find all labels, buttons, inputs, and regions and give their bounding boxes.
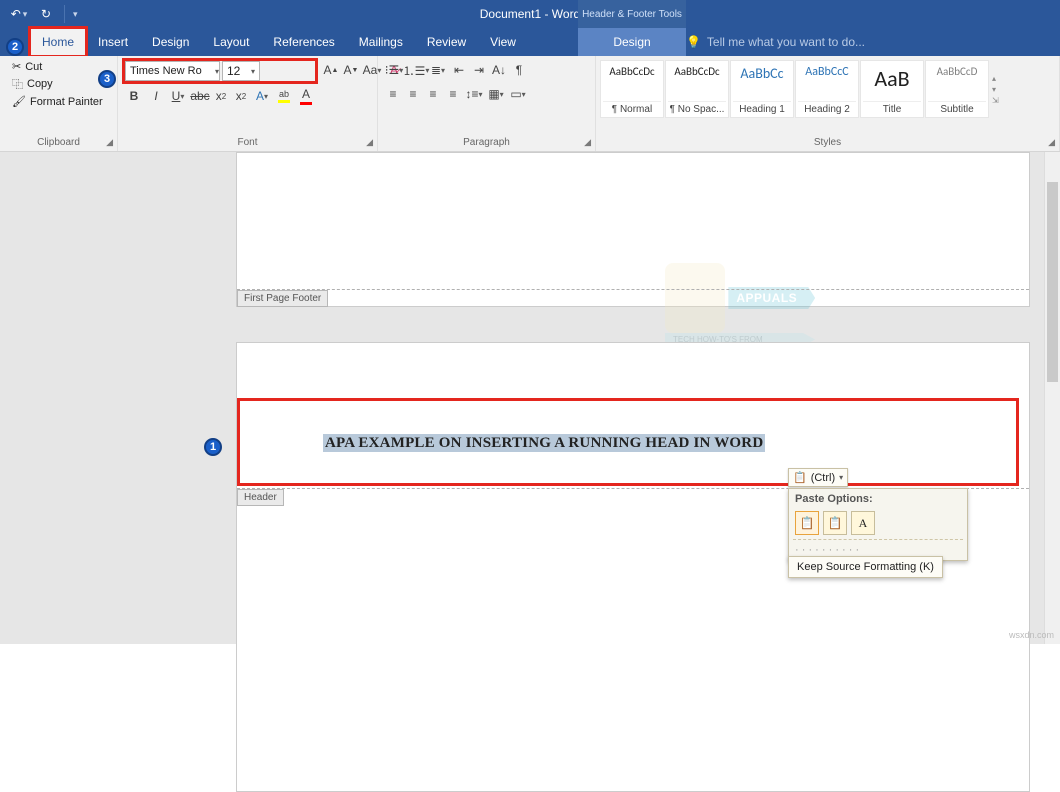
tell-me-placeholder: Tell me what you want to do...: [707, 35, 865, 49]
chevron-down-icon: ▾: [839, 473, 843, 482]
chevron-down-icon: ▾: [251, 67, 255, 76]
paragraph-launcher-icon[interactable]: ◢: [584, 137, 591, 148]
tab-layout[interactable]: Layout: [201, 28, 261, 56]
paste-options-menu: Paste Options: 📋 📋 A · · · · · · · · · ·: [788, 488, 968, 561]
strikethrough-button[interactable]: abc: [190, 86, 210, 106]
show-marks-button[interactable]: ¶: [510, 60, 528, 80]
scrollbar-thumb[interactable]: [1047, 182, 1058, 382]
paste-keep-source-icon[interactable]: 📋: [795, 511, 819, 535]
group-clipboard: ✂Cut ⿻Copy 🖌Format Painter Clipboard ◢: [0, 56, 118, 151]
format-painter-button[interactable]: 🖌Format Painter: [12, 95, 103, 108]
align-center-button[interactable]: ≡: [404, 84, 422, 104]
tab-home[interactable]: Home: [30, 28, 86, 56]
group-font: Times New Ro ▾ 12 ▾ B I U▾ abc x2 x2 A▾: [118, 56, 378, 151]
style-item-5[interactable]: AaBbCcDSubtitle: [925, 60, 989, 118]
text-effects-button[interactable]: A▾: [252, 86, 272, 106]
styles-more-button[interactable]: ▴▾⇲: [990, 60, 1004, 118]
ribbon-tabs: Home Insert Design Layout References Mai…: [0, 28, 1060, 56]
customize-qat-icon[interactable]: ▾: [71, 9, 80, 20]
paste-options-button[interactable]: 📋 (Ctrl) ▾: [788, 468, 848, 487]
shrink-font-button[interactable]: A▼: [342, 60, 360, 80]
borders-button[interactable]: ▭▾: [508, 84, 528, 104]
group-font-label: Font: [237, 137, 257, 148]
ribbon: ✂Cut ⿻Copy 🖌Format Painter Clipboard ◢ Ti…: [0, 56, 1060, 152]
sort-button[interactable]: A↓: [490, 60, 508, 80]
paste-options-header: Paste Options:: [789, 489, 967, 509]
annotation-badge-3: 3: [98, 70, 116, 88]
paintbrush-icon: 🖌: [12, 95, 26, 108]
font-launcher-icon[interactable]: ◢: [366, 137, 373, 148]
tab-review[interactable]: Review: [415, 28, 478, 56]
bullets-button[interactable]: ⁝☰▾: [384, 60, 404, 80]
cut-button[interactable]: ✂Cut: [12, 60, 103, 73]
increase-indent-button[interactable]: ⇥: [470, 60, 488, 80]
bold-button[interactable]: B: [124, 86, 144, 106]
superscript-button[interactable]: x2: [232, 86, 250, 106]
title-bar: ↶▾ ↻ ▾ Document1 - Word Header & Footer …: [0, 0, 1060, 28]
shading-button[interactable]: ▦▾: [486, 84, 506, 104]
group-styles-label: Styles: [814, 137, 841, 148]
clipboard-icon: 📋: [793, 471, 807, 484]
font-color-button[interactable]: A: [296, 86, 316, 106]
annotation-badge-1: 1: [204, 438, 222, 456]
redo-button[interactable]: ↻: [34, 3, 58, 25]
style-item-1[interactable]: AaBbCcDc¶ No Spac...: [665, 60, 729, 118]
paste-merge-icon[interactable]: 📋: [823, 511, 847, 535]
group-paragraph: ⁝☰▾ ⒈☰▾ ≣▾ ⇤ ⇥ A↓ ¶ ≡ ≡ ≡ ≡ ↕≡▾ ▦▾ ▭▾: [378, 56, 596, 151]
grow-font-button[interactable]: A▲: [322, 60, 340, 80]
lightbulb-icon: 💡: [686, 35, 701, 49]
style-item-0[interactable]: AaBbCcDc¶ Normal: [600, 60, 664, 118]
annotation-badge-2: 2: [6, 38, 24, 56]
footer-boundary: [237, 289, 1029, 290]
tab-insert[interactable]: Insert: [86, 28, 140, 56]
underline-button[interactable]: U▾: [168, 86, 188, 106]
chevron-down-icon: ▾: [215, 67, 219, 76]
context-tab-design[interactable]: Design: [578, 28, 686, 56]
italic-button[interactable]: I: [146, 86, 166, 106]
document-title: Document1 - Word: [0, 7, 1060, 21]
tab-design[interactable]: Design: [140, 28, 201, 56]
styles-launcher-icon[interactable]: ◢: [1048, 137, 1055, 148]
clipboard-launcher-icon[interactable]: ◢: [106, 137, 113, 148]
tab-view[interactable]: View: [478, 28, 528, 56]
scissors-icon: ✂: [12, 60, 21, 73]
group-clipboard-label: Clipboard: [37, 137, 80, 148]
style-item-2[interactable]: AaBbCcHeading 1: [730, 60, 794, 118]
style-item-3[interactable]: AaBbCcCHeading 2: [795, 60, 859, 118]
paste-tooltip: Keep Source Formatting (K): [788, 556, 943, 578]
running-head-text[interactable]: APA EXAMPLE ON INSERTING A RUNNING HEAD …: [323, 434, 765, 452]
style-item-4[interactable]: AaBTitle: [860, 60, 924, 118]
tab-references[interactable]: References: [261, 28, 346, 56]
justify-button[interactable]: ≡: [444, 84, 462, 104]
context-tool-label: Header & Footer Tools: [578, 0, 686, 28]
tell-me-search[interactable]: 💡 Tell me what you want to do...: [674, 28, 1060, 56]
subscript-button[interactable]: x2: [212, 86, 230, 106]
align-left-button[interactable]: ≡: [384, 84, 402, 104]
tab-mailings[interactable]: Mailings: [347, 28, 415, 56]
source-credit: wsxdn.com: [1009, 630, 1054, 640]
copy-icon: ⿻: [12, 76, 23, 92]
copy-button[interactable]: ⿻Copy: [12, 76, 103, 92]
header-area[interactable]: APA EXAMPLE ON INSERTING A RUNNING HEAD …: [323, 435, 765, 452]
separator: [64, 5, 65, 23]
numbering-button[interactable]: ⒈☰▾: [406, 60, 426, 80]
header-label-tag: Header: [237, 489, 284, 506]
font-name-dropdown[interactable]: Times New Ro ▾: [125, 61, 220, 81]
vertical-scrollbar[interactable]: [1044, 152, 1060, 644]
multilevel-button[interactable]: ≣▾: [428, 60, 448, 80]
font-size-dropdown[interactable]: 12 ▾: [222, 61, 260, 81]
footer-label-tag: First Page Footer: [237, 290, 328, 307]
paste-text-only-icon[interactable]: A: [851, 511, 875, 535]
page-1: APPUALS TECH HOW-TO'S FROM THE EXPERTS! …: [236, 152, 1030, 307]
decrease-indent-button[interactable]: ⇤: [450, 60, 468, 80]
quick-access-toolbar: ↶▾ ↻ ▾: [0, 0, 80, 28]
highlight-button[interactable]: ab: [274, 86, 294, 106]
group-styles: AaBbCcDc¶ NormalAaBbCcDc¶ No Spac...AaBb…: [596, 56, 1060, 151]
group-paragraph-label: Paragraph: [463, 137, 510, 148]
align-right-button[interactable]: ≡: [424, 84, 442, 104]
line-spacing-button[interactable]: ↕≡▾: [464, 84, 484, 104]
undo-button[interactable]: ↶▾: [8, 3, 32, 25]
document-area: APPUALS TECH HOW-TO'S FROM THE EXPERTS! …: [0, 152, 1060, 644]
